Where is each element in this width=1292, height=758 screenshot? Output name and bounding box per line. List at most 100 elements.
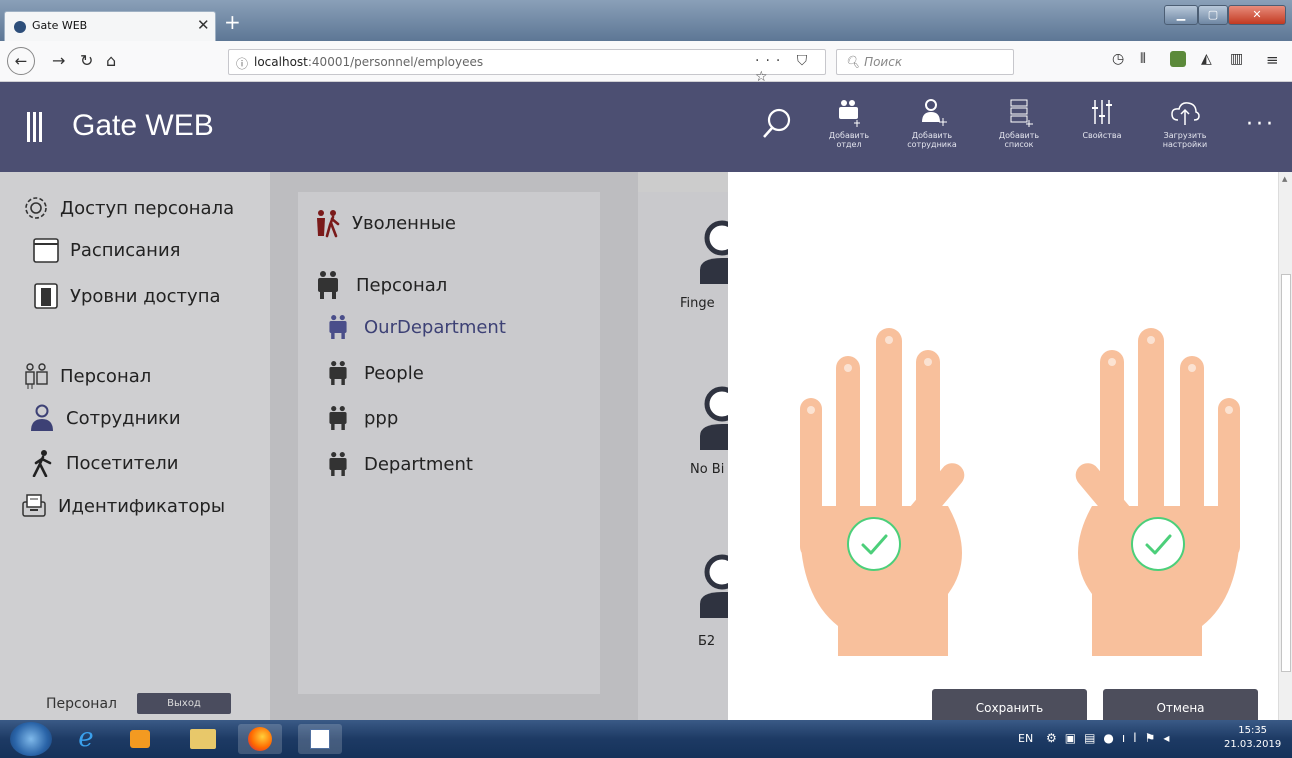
sidebar-item-label: Расписания [70,239,181,261]
dept-personnel[interactable]: Персонал [314,270,447,300]
firefox-icon[interactable] [238,724,282,754]
employee-card[interactable]: Б2 [638,552,728,652]
sidebar-item-personnel[interactable]: Персонал [0,361,270,391]
tab-title: Gate WEB [32,19,88,32]
start-button[interactable] [10,722,52,756]
app-search-icon[interactable] [760,104,794,144]
person-icon [28,404,56,432]
scroll-up-icon[interactable]: ▲ [1282,175,1287,183]
ie-icon[interactable]: e [64,724,108,754]
cancel-button[interactable]: Отмена [1103,689,1258,720]
card-tray-icon [20,492,48,520]
fingerprint-dialog: Сохранить Отмена [728,172,1292,720]
dept-item[interactable]: OurDepartment [326,312,506,342]
file-explorer-icon[interactable] [180,724,224,754]
browser-nav-bar: ← → ↻ ⌂ ⓘ localhost:40001/personnel/empl… [0,41,1292,85]
dept-label: People [364,362,424,384]
extension-icon[interactable] [1170,51,1186,67]
page-actions-icons[interactable]: ··· ⛉ ☆ [755,53,825,85]
sidebar-item-schedules[interactable]: Расписания [0,235,270,265]
site-info-icon[interactable]: ⓘ [236,55,248,72]
properties-button[interactable]: Свойства [1067,98,1137,140]
dept-label: ppp [364,407,399,429]
site-favicon-icon [14,21,26,33]
search-placeholder: 🔍︎ Поиск [845,55,903,69]
media-player-icon[interactable] [118,724,162,754]
extension-2-icon[interactable]: ◭ [1201,51,1212,67]
list-add-icon [1010,99,1033,127]
employee-avatar-icon [700,554,728,618]
calendar-icon [32,236,60,264]
os-taskbar: e EN ⚙▣▤●ıl⚑◂ 15:35 21.03.2019 [0,720,1292,758]
dept-item[interactable]: ppp [326,403,398,433]
language-indicator[interactable]: EN [1018,732,1033,745]
add-department-button[interactable]: Добавить отдел [814,98,884,149]
sidebar-item-visitors[interactable]: Посетители [0,448,270,478]
upload-settings-button[interactable]: Загрузить настройки [1150,98,1220,149]
add-employee-label: Добавить сотрудника [907,131,957,149]
menu-toggle-icon[interactable] [27,112,42,142]
employee-name: Б2 [698,634,716,649]
minimize-button[interactable]: ▁ [1164,5,1198,25]
app-title: Gate WEB [72,109,214,142]
dept-fired[interactable]: Уволенные [312,208,456,238]
sidebar-item-label: Посетители [66,452,179,474]
scrollbar-thumb[interactable] [1281,274,1291,672]
sidebar-item-label: Идентификаторы [58,495,226,517]
clock-time: 15:35 [1238,725,1268,736]
dept-label: Уволенные [352,212,456,234]
dept-label: OurDepartment [364,316,506,338]
sidebar-item-access-levels[interactable]: Уровни доступа [0,281,270,311]
scrollbar[interactable]: ▲ [1278,172,1292,720]
history-icon[interactable]: ◷ [1112,51,1124,67]
sidebar-icon[interactable]: ▥ [1230,51,1243,67]
door-icon [32,282,60,310]
sidebar-item-employees[interactable]: Сотрудники [0,403,270,433]
save-button[interactable]: Сохранить [932,689,1087,720]
staff-icon [22,362,50,390]
app-window-icon[interactable] [298,724,342,754]
employee-list: Finge No Bi Б2 [638,192,728,720]
more-options-icon[interactable]: ··· [1246,112,1276,137]
system-clock[interactable]: 15:35 21.03.2019 [1224,724,1281,752]
employee-avatar-icon [700,386,728,450]
tab-close-icon[interactable]: ✕ [197,16,210,34]
forward-icon[interactable]: → [52,51,65,70]
sidebar-item-staff-access[interactable]: Доступ персонала [0,193,270,223]
sidebar: Доступ персонала Расписания Уровни досту… [0,172,270,720]
sidebar-item-label: Уровни доступа [70,285,221,307]
department-icon [329,361,347,385]
back-button[interactable]: ← [7,47,35,75]
dept-item[interactable]: Department [326,449,473,479]
fired-icon [317,210,340,238]
close-window-button[interactable]: ✕ [1228,5,1286,25]
left-hand [800,328,965,656]
maximize-button[interactable]: ▢ [1198,5,1228,25]
browser-search-input[interactable]: 🔍︎ Поиск [836,49,1014,75]
add-employee-button[interactable]: Добавить сотрудника [897,98,967,149]
home-icon[interactable]: ⌂ [106,51,116,70]
left-hand-check-icon [847,517,901,571]
browser-tab[interactable]: Gate WEB ✕ [4,11,216,41]
dept-label: Персонал [356,274,448,296]
right-hand-check-icon [1131,517,1185,571]
employee-name: Finge [680,296,715,311]
employee-card[interactable]: No Bi [638,384,728,484]
department-panel: Уволенные Персонал OurDepartment People … [298,192,600,694]
app-header: Gate WEB Добавить отдел Добавить сотрудн… [0,82,1292,172]
department-icon [329,315,347,339]
url-text: localhost:40001/personnel/employees [254,55,484,69]
url-bar[interactable]: ⓘ localhost:40001/personnel/employees ··… [228,49,826,85]
new-tab-button[interactable]: + [224,10,241,34]
tray-icons[interactable]: ⚙▣▤●ıl⚑◂ [1046,731,1177,745]
exit-button[interactable]: Выход [137,693,231,714]
sidebar-item-identifiers[interactable]: Идентификаторы [0,491,270,521]
employee-card[interactable]: Finge [638,218,728,318]
sidebar-item-label: Доступ персонала [60,197,235,219]
employee-avatar-icon [700,220,728,284]
menu-icon[interactable]: ≡ [1266,51,1279,69]
dept-item[interactable]: People [326,358,424,388]
reload-icon[interactable]: ↻ [80,51,93,70]
add-list-button[interactable]: Добавить список [984,98,1054,149]
library-icon[interactable]: ⫴ [1140,51,1146,67]
